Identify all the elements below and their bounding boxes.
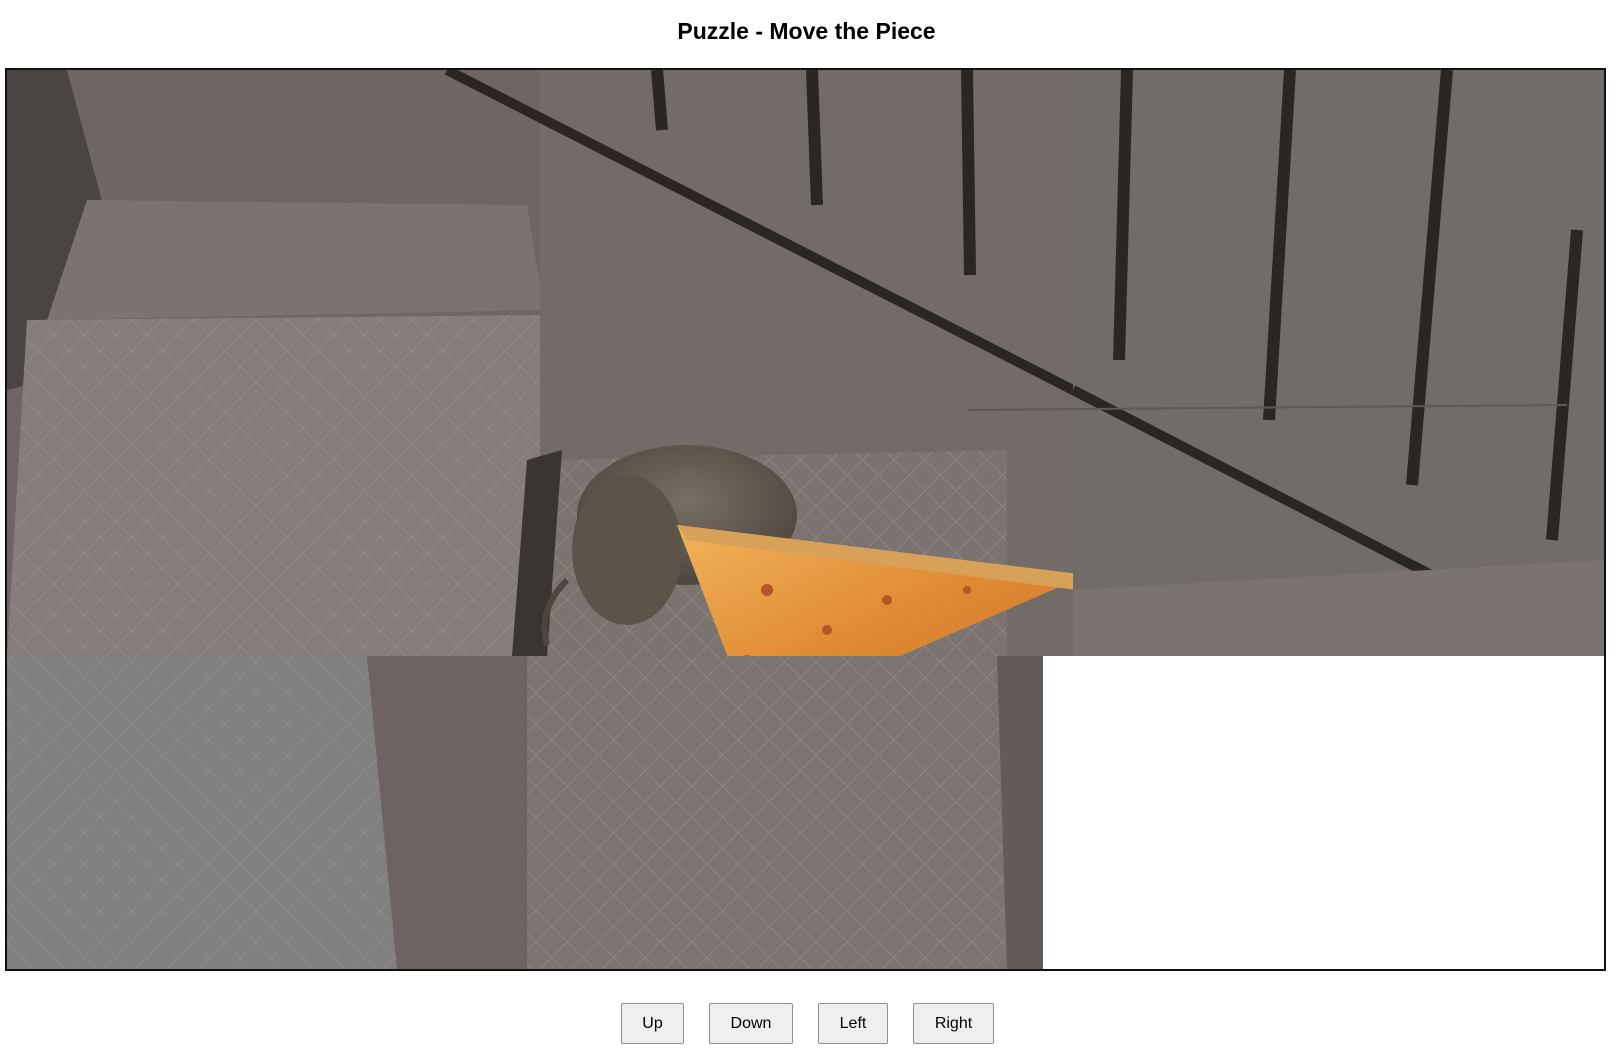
puzzle-page: Puzzle - Move the Piece Up Down Left Rig… <box>0 0 1613 1060</box>
right-button[interactable]: Right <box>913 1003 994 1044</box>
tile-stairs-and-wall[interactable] <box>7 70 567 656</box>
tile-pizza-on-step[interactable] <box>527 656 1043 969</box>
page-title: Puzzle - Move the Piece <box>677 18 936 44</box>
down-button[interactable]: Down <box>709 1003 793 1044</box>
tile-stair-step-corner[interactable] <box>7 656 527 969</box>
control-bar: Up Down Left Right <box>0 1003 1613 1045</box>
up-button[interactable]: Up <box>621 1003 684 1044</box>
left-button[interactable]: Left <box>818 1003 888 1044</box>
tile-rat-carrying-pizza[interactable] <box>444 70 1087 720</box>
puzzle-image <box>7 70 1604 969</box>
puzzle-board <box>5 68 1606 971</box>
empty-slot <box>1043 656 1604 969</box>
